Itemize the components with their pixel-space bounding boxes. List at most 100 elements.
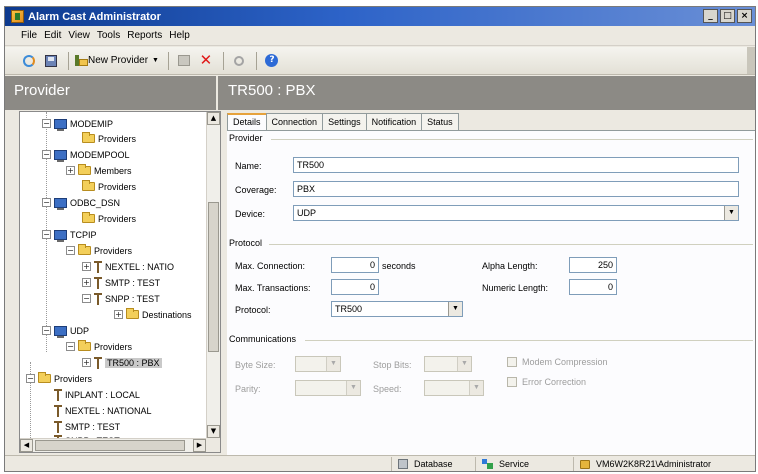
modem-compression-checkbox[interactable]: Modem Compression: [507, 357, 608, 367]
stop-bits-select[interactable]: ▼: [424, 356, 472, 372]
chevron-down-icon[interactable]: ▼: [724, 206, 738, 220]
expand-icon[interactable]: +: [82, 262, 91, 271]
tree-node-nextel-natio[interactable]: + NEXTEL : NATIO: [82, 259, 174, 274]
tree-node-smtp-test[interactable]: + SMTP : TEST: [82, 275, 160, 290]
collapse-icon[interactable]: −: [42, 119, 51, 128]
tree-node-odbc-providers[interactable]: Providers: [82, 211, 136, 226]
scroll-thumb[interactable]: [35, 440, 185, 451]
database-icon: [398, 459, 408, 469]
app-icon: [11, 10, 24, 23]
tree-node-nextel-national[interactable]: NEXTEL : NATIONAL: [54, 403, 152, 418]
scroll-left-button[interactable]: ◀: [20, 439, 33, 452]
tree-node-tcpip[interactable]: − TCPIP: [42, 227, 97, 242]
save-button[interactable]: [41, 51, 61, 71]
tree-node-udp[interactable]: − UDP: [42, 323, 89, 338]
help-button[interactable]: ?: [262, 51, 282, 71]
new-provider-button[interactable]: New Provider ▼: [74, 54, 159, 67]
find-button[interactable]: [229, 51, 249, 71]
edit-button[interactable]: [174, 51, 194, 71]
tab-settings[interactable]: Settings: [322, 113, 367, 131]
tree-node-destinations[interactable]: + Destinations: [114, 307, 192, 322]
collapse-icon[interactable]: −: [42, 198, 51, 207]
tree-node-modemip[interactable]: − MODEMIP: [42, 116, 113, 131]
toolbar-grip[interactable]: [747, 47, 755, 74]
provider-icon: [54, 404, 62, 417]
tree-node-inplant-local[interactable]: INPLANT : LOCAL: [54, 387, 140, 402]
numeric-length-field[interactable]: 0: [569, 279, 617, 295]
menu-help[interactable]: Help: [169, 30, 190, 41]
tree-node-odbc-dsn[interactable]: − ODBC_DSN: [42, 195, 120, 210]
tab-connection[interactable]: Connection: [265, 113, 324, 131]
scroll-up-button[interactable]: ▲: [207, 112, 220, 125]
tree-node-providers-root[interactable]: − Providers: [26, 371, 92, 386]
tree-node-tr500-pbx[interactable]: + TR500 : PBX: [82, 355, 162, 370]
tree-node-members[interactable]: + Members: [66, 163, 132, 178]
tree-horizontal-scrollbar[interactable]: ◀ ▶: [20, 438, 206, 452]
menu-view[interactable]: View: [68, 30, 90, 41]
tree-vertical-scrollbar[interactable]: ▲ ▼: [206, 112, 220, 438]
protocol-select-value: TR500: [335, 304, 363, 314]
scroll-thumb[interactable]: [208, 202, 219, 352]
menu-reports[interactable]: Reports: [127, 30, 162, 41]
toolbar-separator: [222, 51, 224, 70]
scroll-right-button[interactable]: ▶: [193, 439, 206, 452]
byte-size-label: Byte Size:: [235, 360, 276, 370]
max-transactions-field[interactable]: 0: [331, 279, 379, 295]
provider-group-title: Provider: [229, 133, 263, 143]
speed-select[interactable]: ▼: [424, 380, 484, 396]
folder-icon: [82, 212, 95, 223]
group-divider: [305, 340, 753, 341]
collapse-icon[interactable]: −: [42, 150, 51, 159]
provider-icon: [94, 292, 102, 305]
collapse-icon[interactable]: −: [82, 294, 91, 303]
tab-notification[interactable]: Notification: [365, 113, 423, 131]
menu-edit[interactable]: Edit: [44, 30, 61, 41]
device-select[interactable]: UDP ▼: [293, 205, 739, 221]
lock-icon: [580, 459, 590, 469]
maximize-button[interactable]: □: [720, 9, 735, 23]
refresh-button[interactable]: [19, 51, 39, 71]
scroll-down-button[interactable]: ▼: [207, 425, 220, 438]
provider-tree[interactable]: − MODEMIP Providers − MODEMPOOL + Members P…: [19, 111, 221, 453]
tree-node-snpp-test[interactable]: − SNPP : TEST: [82, 291, 160, 306]
protocol-select[interactable]: TR500 ▼: [331, 301, 463, 317]
tree-node-tcpip-providers[interactable]: − Providers: [66, 243, 132, 258]
expand-icon[interactable]: +: [82, 358, 91, 367]
collapse-icon[interactable]: −: [26, 374, 35, 383]
expand-icon[interactable]: +: [66, 166, 75, 175]
collapse-icon[interactable]: −: [66, 246, 75, 255]
close-button[interactable]: ×: [737, 9, 752, 23]
menu-file[interactable]: File: [21, 30, 37, 41]
parity-select[interactable]: ▼: [295, 380, 361, 396]
tab-status[interactable]: Status: [421, 113, 459, 131]
status-service: Service: [475, 457, 565, 471]
collapse-icon[interactable]: −: [66, 342, 75, 351]
collapse-icon[interactable]: −: [42, 230, 51, 239]
new-provider-icon: [74, 54, 88, 67]
delete-button[interactable]: ✕: [196, 51, 216, 71]
chevron-down-icon: ▼: [469, 381, 483, 395]
checkbox-box[interactable]: [507, 377, 517, 387]
expand-icon[interactable]: +: [114, 310, 123, 319]
right-panel-title: TR500 : PBX: [218, 76, 755, 110]
tree-node-modempool-providers[interactable]: Providers: [82, 179, 136, 194]
tree-node-udp-providers[interactable]: − Providers: [66, 339, 132, 354]
minimize-button[interactable]: _: [703, 9, 718, 23]
name-field[interactable]: TR500: [293, 157, 739, 173]
tree-node-modempool[interactable]: − MODEMPOOL: [42, 147, 130, 162]
expand-icon[interactable]: +: [82, 278, 91, 287]
chevron-down-icon[interactable]: ▼: [448, 302, 462, 316]
delete-icon: ✕: [199, 51, 213, 69]
coverage-label: Coverage:: [235, 185, 277, 195]
provider-icon: [94, 276, 102, 289]
max-connection-field[interactable]: 0: [331, 257, 379, 273]
menu-tools[interactable]: Tools: [97, 30, 120, 41]
alpha-length-field[interactable]: 250: [569, 257, 617, 273]
byte-size-select[interactable]: ▼: [295, 356, 341, 372]
coverage-field[interactable]: PBX: [293, 181, 739, 197]
tree-node-modemip-providers[interactable]: Providers: [82, 131, 136, 146]
collapse-icon[interactable]: −: [42, 326, 51, 335]
checkbox-box[interactable]: [507, 357, 517, 367]
error-correction-checkbox[interactable]: Error Correction: [507, 377, 586, 387]
tree-node-smtp-test-2[interactable]: SMTP : TEST: [54, 419, 120, 434]
